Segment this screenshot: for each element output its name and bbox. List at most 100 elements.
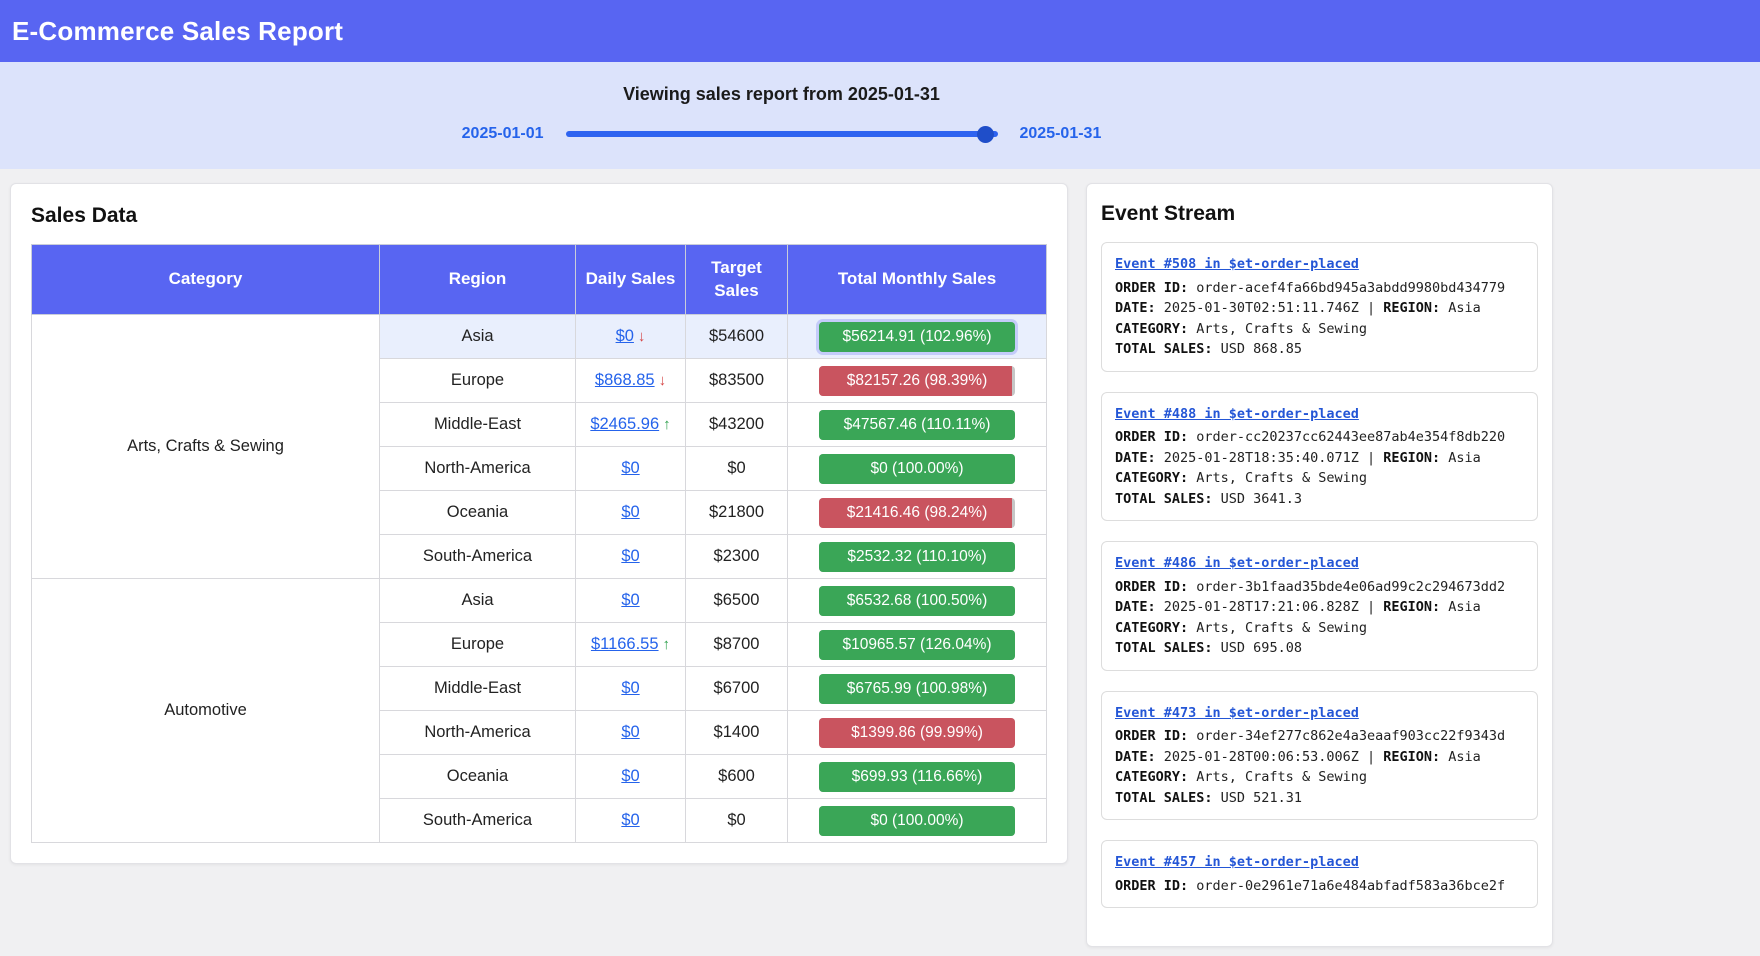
event-link[interactable]: Event #486 in $et-order-placed bbox=[1115, 553, 1359, 574]
category-cell: Arts, Crafts & Sewing bbox=[32, 315, 380, 579]
event-category-line: CATEGORY: Arts, Crafts & Sewing bbox=[1115, 618, 1524, 639]
event-link[interactable]: Event #508 in $et-order-placed bbox=[1115, 254, 1359, 275]
total-sales-cell: $0 (100.00%) bbox=[788, 799, 1047, 843]
date-slider[interactable] bbox=[566, 125, 998, 143]
event-card: Event #473 in $et-order-placedORDER ID: … bbox=[1101, 691, 1538, 821]
daily-sales-cell: $0 bbox=[576, 535, 686, 579]
daily-sales-link[interactable]: $0 bbox=[616, 327, 634, 345]
event-field-label: REGION: bbox=[1383, 599, 1448, 615]
event-field-value: Arts, Crafts & Sewing bbox=[1196, 470, 1367, 486]
region-cell: Asia bbox=[380, 315, 576, 359]
event-category-line: CATEGORY: Arts, Crafts & Sewing bbox=[1115, 767, 1524, 788]
event-field-label: ORDER ID: bbox=[1115, 429, 1196, 445]
column-header: Region bbox=[380, 245, 576, 315]
sales-title: Sales Data bbox=[31, 204, 1047, 228]
daily-sales-link[interactable]: $0 bbox=[621, 459, 639, 477]
total-sales-cell: $0 (100.00%) bbox=[788, 447, 1047, 491]
event-order-id-line: ORDER ID: order-3b1faad35bde4e06ad99c2c2… bbox=[1115, 577, 1524, 598]
event-field-label: ORDER ID: bbox=[1115, 280, 1196, 296]
event-field-label: REGION: bbox=[1383, 450, 1448, 466]
total-sales-cell: $56214.91 (102.96%) bbox=[788, 315, 1047, 359]
daily-sales-cell: $0 bbox=[576, 491, 686, 535]
target-sales-cell: $2300 bbox=[686, 535, 788, 579]
event-link[interactable]: Event #473 in $et-order-placed bbox=[1115, 703, 1359, 724]
event-field-label: ORDER ID: bbox=[1115, 579, 1196, 595]
column-header: Daily Sales bbox=[576, 245, 686, 315]
page-title: E-Commerce Sales Report bbox=[12, 16, 343, 47]
total-sales-cell: $82157.26 (98.39%) bbox=[788, 359, 1047, 403]
total-sales-cell: $47567.46 (110.11%) bbox=[788, 403, 1047, 447]
daily-sales-link[interactable]: $0 bbox=[621, 591, 639, 609]
slider-track[interactable] bbox=[566, 131, 998, 137]
event-field-label: CATEGORY: bbox=[1115, 470, 1196, 486]
event-field-label: ORDER ID: bbox=[1115, 728, 1196, 744]
daily-sales-link[interactable]: $0 bbox=[621, 723, 639, 741]
badge-label: $699.93 (116.66%) bbox=[819, 762, 1015, 792]
column-header: Category bbox=[32, 245, 380, 315]
trend-arrow-icon: ↑ bbox=[663, 416, 671, 433]
event-link[interactable]: Event #457 in $et-order-placed bbox=[1115, 852, 1359, 873]
event-card: Event #457 in $et-order-placed ORDER ID: … bbox=[1101, 840, 1538, 908]
daily-sales-link[interactable]: $0 bbox=[621, 679, 639, 697]
monthly-sales-badge: $0 (100.00%) bbox=[819, 454, 1015, 484]
monthly-sales-badge: $0 (100.00%) bbox=[819, 806, 1015, 836]
region-cell: South-America bbox=[380, 799, 576, 843]
monthly-sales-badge: $699.93 (116.66%) bbox=[819, 762, 1015, 792]
target-sales-cell: $43200 bbox=[686, 403, 788, 447]
sales-table: CategoryRegionDaily SalesTarget SalesTot… bbox=[31, 244, 1047, 843]
event-field-label: DATE: bbox=[1115, 599, 1164, 615]
daily-sales-cell: $0↓ bbox=[576, 315, 686, 359]
event-order-id-line: ORDER ID: order-cc20237cc62443ee87ab4e35… bbox=[1115, 427, 1524, 448]
event-order-id-line: ORDER ID: order-0e2961e71a6e484abfadf583… bbox=[1115, 876, 1524, 897]
daily-sales-link[interactable]: $0 bbox=[621, 503, 639, 521]
daily-sales-cell: $0 bbox=[576, 711, 686, 755]
badge-label: $6532.68 (100.50%) bbox=[819, 586, 1015, 616]
daily-sales-cell: $868.85↓ bbox=[576, 359, 686, 403]
region-cell: Asia bbox=[380, 579, 576, 623]
column-header: Total Monthly Sales bbox=[788, 245, 1047, 315]
daily-sales-link[interactable]: $868.85 bbox=[595, 371, 655, 389]
target-sales-cell: $8700 bbox=[686, 623, 788, 667]
event-field-value: Asia bbox=[1448, 599, 1481, 615]
event-total-line: TOTAL SALES: USD 695.08 bbox=[1115, 638, 1524, 659]
event-total-line: TOTAL SALES: USD 3641.3 bbox=[1115, 489, 1524, 510]
slider-thumb[interactable] bbox=[977, 126, 994, 143]
daily-sales-link[interactable]: $2465.96 bbox=[590, 415, 659, 433]
event-total-line: TOTAL SALES: USD 868.85 bbox=[1115, 339, 1524, 360]
event-field-value: USD 521.31 bbox=[1221, 790, 1302, 806]
daily-sales-link[interactable]: $0 bbox=[621, 811, 639, 829]
event-field-value: order-acef4fa66bd945a3abdd9980bd434779 bbox=[1196, 280, 1505, 296]
daily-sales-link[interactable]: $1166.55 bbox=[591, 635, 659, 653]
app-header: E-Commerce Sales Report bbox=[0, 0, 1760, 62]
sales-header-row: CategoryRegionDaily SalesTarget SalesTot… bbox=[32, 245, 1047, 315]
event-stream-panel: Event Stream Event #508 in $et-order-pla… bbox=[1086, 183, 1553, 947]
target-sales-cell: $600 bbox=[686, 755, 788, 799]
event-field-value: 2025-01-28T17:21:06.828Z | bbox=[1164, 599, 1383, 615]
monthly-sales-badge: $10965.57 (126.04%) bbox=[819, 630, 1015, 660]
daily-sales-link[interactable]: $0 bbox=[621, 547, 639, 565]
event-field-value: order-34ef277c862e4a3eaaf903cc22f9343d bbox=[1196, 728, 1505, 744]
event-field-label: CATEGORY: bbox=[1115, 620, 1196, 636]
event-field-value: USD 3641.3 bbox=[1221, 491, 1302, 507]
event-order-id-line: ORDER ID: order-acef4fa66bd945a3abdd9980… bbox=[1115, 278, 1524, 299]
region-cell: Oceania bbox=[380, 491, 576, 535]
sales-panel: Sales Data CategoryRegionDaily SalesTarg… bbox=[10, 183, 1068, 864]
slider-end-label: 2025-01-31 bbox=[1020, 125, 1102, 143]
target-sales-cell: $6500 bbox=[686, 579, 788, 623]
target-sales-cell: $54600 bbox=[686, 315, 788, 359]
monthly-sales-badge: $82157.26 (98.39%) bbox=[819, 366, 1015, 396]
event-field-label: TOTAL SALES: bbox=[1115, 640, 1221, 656]
event-link[interactable]: Event #488 in $et-order-placed bbox=[1115, 404, 1359, 425]
monthly-sales-badge: $56214.91 (102.96%) bbox=[819, 322, 1015, 352]
date-filter-section: Viewing sales report from 2025-01-31 202… bbox=[0, 62, 1760, 169]
region-cell: North-America bbox=[380, 711, 576, 755]
daily-sales-cell: $1166.55↑ bbox=[576, 623, 686, 667]
event-field-label: REGION: bbox=[1383, 300, 1448, 316]
event-field-label: DATE: bbox=[1115, 749, 1164, 765]
table-row: AutomotiveAsia $0 $6500 $6532.68 (100.50… bbox=[32, 579, 1047, 623]
daily-sales-link[interactable]: $0 bbox=[621, 767, 639, 785]
target-sales-cell: $83500 bbox=[686, 359, 788, 403]
target-sales-cell: $0 bbox=[686, 799, 788, 843]
daily-sales-cell: $0 bbox=[576, 799, 686, 843]
badge-label: $21416.46 (98.24%) bbox=[819, 498, 1015, 528]
